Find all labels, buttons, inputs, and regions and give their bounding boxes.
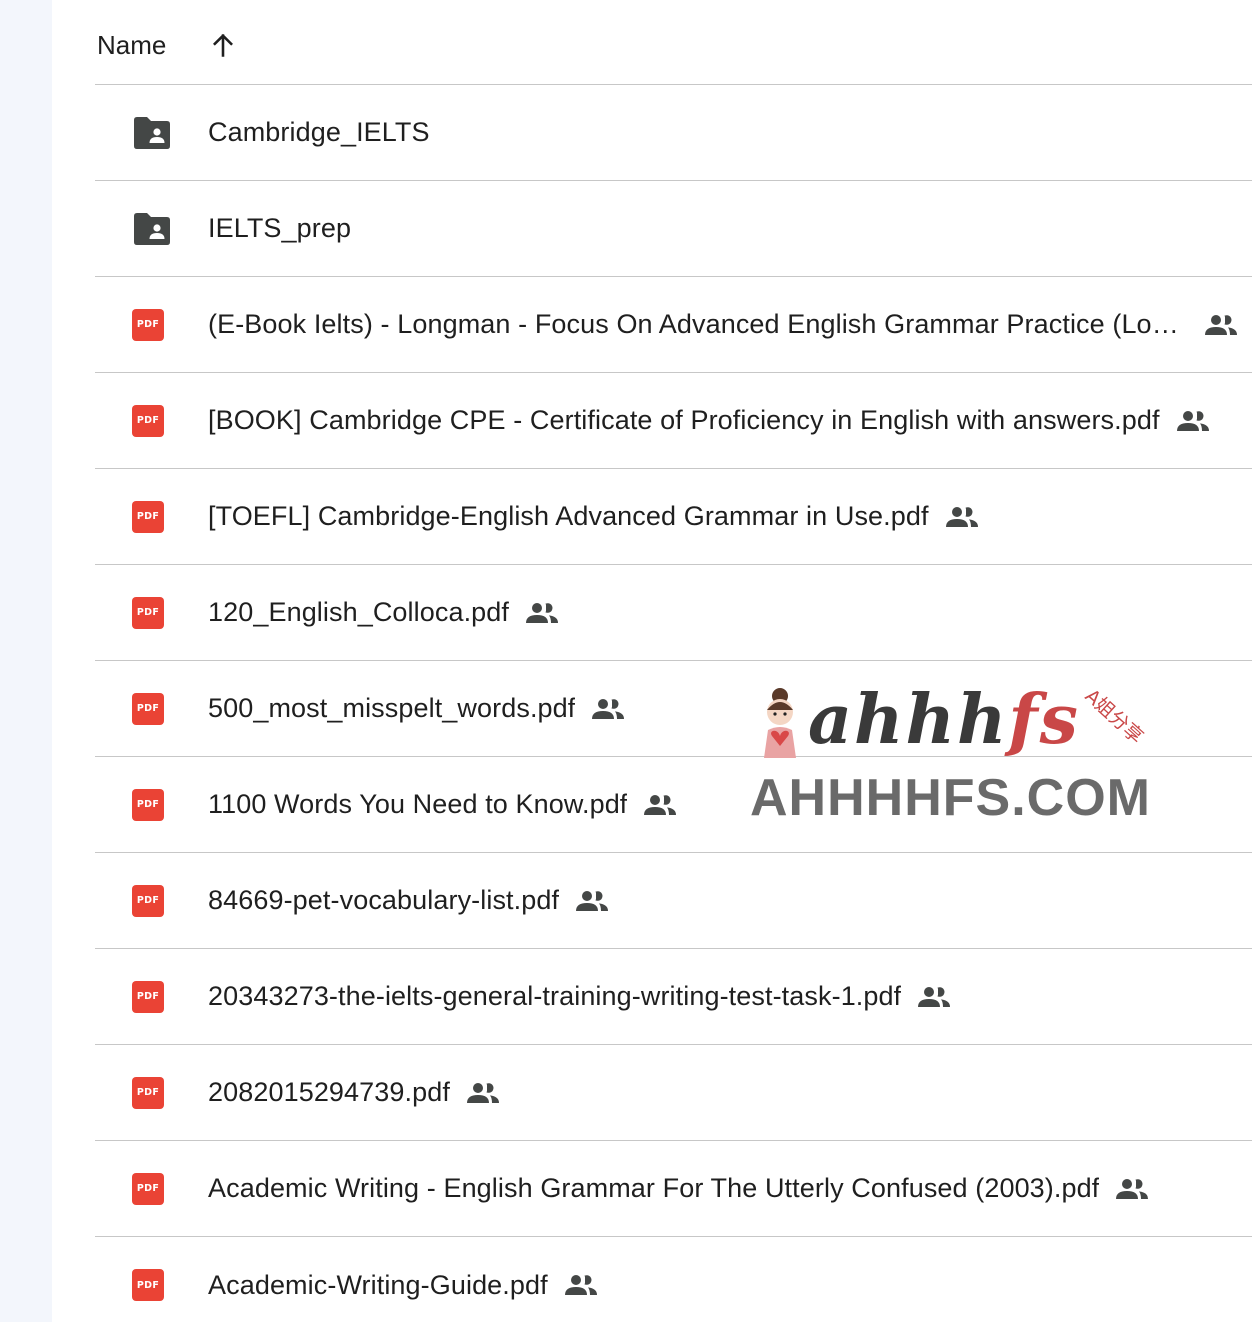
pdf-badge: PDF [132,404,164,437]
file-row[interactable]: PDF 2082015294739.pdf [95,1045,1252,1141]
file-name[interactable]: 2082015294739.pdf [208,1077,450,1108]
pdf-icon: PDF [132,596,164,629]
file-name[interactable]: Academic Writing - English Grammar For T… [208,1173,1099,1204]
file-row[interactable]: PDF 500_most_misspelt_words.pdf [95,661,1252,757]
pdf-icon: PDF [132,788,164,821]
shared-people-icon [917,985,951,1009]
pdf-badge: PDF [132,980,164,1013]
pdf-icon: PDF [132,1076,164,1109]
folder-icon [132,116,172,150]
shared-people-icon [564,1273,598,1297]
list-header: Name [95,0,1252,85]
file-row[interactable]: PDF Academic-Writing-Guide.pdf [95,1237,1252,1333]
pdf-icon: PDF [132,308,164,341]
shared-people-icon [1204,313,1238,337]
shared-people-icon [945,505,979,529]
file-row[interactable]: PDF 84669-pet-vocabulary-list.pdf [95,853,1252,949]
file-row[interactable]: PDF 20343273-the-ielts-general-training-w… [95,949,1252,1045]
file-row-main: 20343273-the-ielts-general-training-writ… [208,949,1238,1044]
pdf-badge: PDF [132,1076,164,1109]
file-name[interactable]: IELTS_prep [208,213,351,244]
file-row-main: Academic Writing - English Grammar For T… [208,1141,1238,1236]
file-row[interactable]: Cambridge_IELTS [95,85,1252,181]
people-icon [526,602,559,623]
name-column-header[interactable]: Name [97,30,166,61]
people-icon [576,890,609,911]
file-row-main: 120_English_Colloca.pdf [208,565,1238,660]
shared-people-icon [643,793,677,817]
file-name[interactable]: [BOOK] Cambridge CPE - Certificate of Pr… [208,405,1160,436]
file-name[interactable]: 84669-pet-vocabulary-list.pdf [208,885,559,916]
file-row[interactable]: PDF (E-Book Ielts) - Longman - Focus On A… [95,277,1252,373]
file-row-main: Academic-Writing-Guide.pdf [208,1237,1238,1333]
file-name[interactable]: [TOEFL] Cambridge-English Advanced Gramm… [208,501,929,532]
people-icon [1205,314,1237,335]
pdf-badge: PDF [132,884,164,917]
people-icon [644,794,677,815]
file-name[interactable]: 500_most_misspelt_words.pdf [208,693,575,724]
file-row-main: 500_most_misspelt_words.pdf [208,661,1238,756]
pdf-badge: PDF [132,1172,164,1205]
pdf-icon: PDF [132,980,164,1013]
file-row[interactable]: IELTS_prep [95,181,1252,277]
sort-direction-button[interactable] [206,28,240,62]
file-row-main: (E-Book Ielts) - Longman - Focus On Adva… [208,277,1238,372]
pdf-badge: PDF [132,692,164,725]
pdf-icon: PDF [132,884,164,917]
file-name[interactable]: 20343273-the-ielts-general-training-writ… [208,981,901,1012]
left-nav-strip [0,0,52,1322]
file-row-main: [BOOK] Cambridge CPE - Certificate of Pr… [208,373,1238,468]
people-icon [592,698,625,719]
file-name[interactable]: Academic-Writing-Guide.pdf [208,1270,548,1301]
pdf-icon: PDF [132,1269,164,1301]
shared-people-icon [525,601,559,625]
pdf-badge: PDF [132,1269,164,1301]
file-row[interactable]: PDF 120_English_Colloca.pdf [95,565,1252,661]
shared-people-icon [1176,409,1210,433]
pdf-badge: PDF [132,308,164,341]
people-icon [564,1275,597,1295]
shared-people-icon [466,1081,500,1105]
pdf-badge: PDF [132,596,164,629]
people-icon [1176,410,1209,431]
file-name[interactable]: (E-Book Ielts) - Longman - Focus On Adva… [208,309,1188,340]
people-icon [1116,1178,1149,1199]
file-row-main: Cambridge_IELTS [208,85,1238,180]
pdf-icon: PDF [132,692,164,725]
pdf-badge: PDF [132,788,164,821]
file-list: Name Cambridge_IELTS IELTS_prep PDF (E-Book… [95,0,1252,1333]
pdf-icon: PDF [132,1172,164,1205]
file-row-main: 2082015294739.pdf [208,1045,1238,1140]
file-name[interactable]: 1100 Words You Need to Know.pdf [208,789,627,820]
shared-people-icon [575,889,609,913]
pdf-icon: PDF [132,404,164,437]
shared-people-icon [1115,1177,1149,1201]
file-row-main: 1100 Words You Need to Know.pdf [208,757,1238,852]
pdf-badge: PDF [132,500,164,533]
arrow-upward-icon [213,33,234,57]
folder-icon [132,212,172,246]
file-row-main: [TOEFL] Cambridge-English Advanced Gramm… [208,469,1238,564]
file-name[interactable]: 120_English_Colloca.pdf [208,597,509,628]
file-row-main: IELTS_prep [208,181,1238,276]
file-row[interactable]: PDF Academic Writing - English Grammar Fo… [95,1141,1252,1237]
file-row[interactable]: PDF [BOOK] Cambridge CPE - Certificate of… [95,373,1252,469]
file-row-main: 84669-pet-vocabulary-list.pdf [208,853,1238,948]
shared-folder-icon [134,116,170,149]
file-row[interactable]: PDF 1100 Words You Need to Know.pdf [95,757,1252,853]
shared-folder-icon [134,212,170,245]
people-icon [918,986,951,1007]
file-row[interactable]: PDF [TOEFL] Cambridge-English Advanced Gr… [95,469,1252,565]
people-icon [945,506,978,527]
shared-people-icon [591,697,625,721]
file-name[interactable]: Cambridge_IELTS [208,117,430,148]
people-icon [466,1082,499,1103]
pdf-icon: PDF [132,500,164,533]
